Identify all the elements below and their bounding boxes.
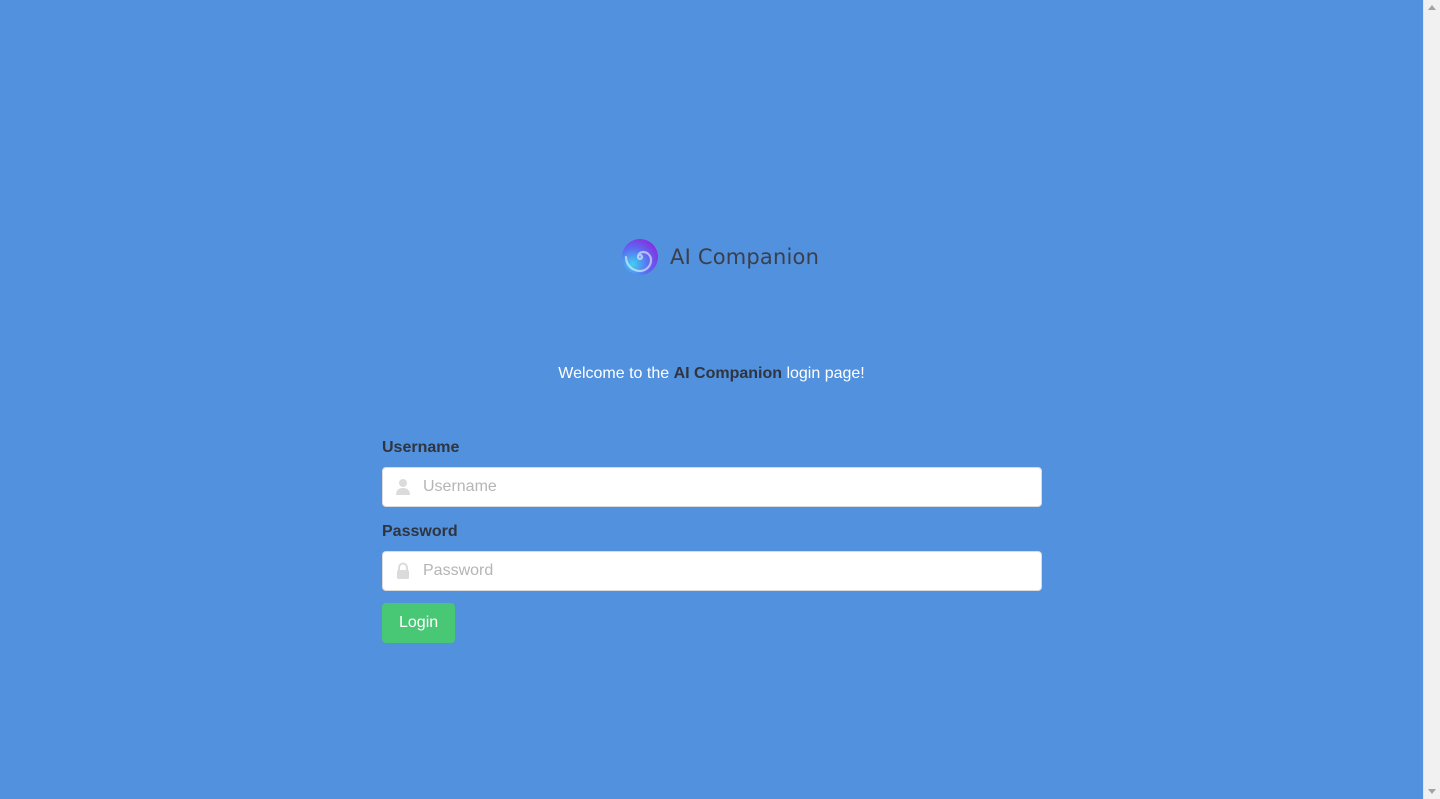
welcome-highlight: AI Companion [673,365,782,382]
username-field[interactable] [382,467,1042,507]
login-button[interactable]: Login [382,603,456,643]
scroll-down-arrow-icon[interactable] [1428,789,1436,794]
scroll-up-arrow-icon[interactable] [1428,5,1436,10]
password-label: Password [382,523,458,540]
vertical-scrollbar[interactable] [1423,0,1440,799]
password-input[interactable] [423,552,1033,590]
welcome-suffix: login page! [782,365,865,382]
lock-icon [397,562,409,579]
login-page: AI Companion Welcome to the AI Companion… [0,0,1423,799]
username-input[interactable] [423,468,1033,506]
welcome-message: Welcome to the AI Companion login page! [0,365,1423,383]
user-icon [396,479,410,495]
spiral-logo-icon [622,239,658,275]
welcome-prefix: Welcome to the [558,365,674,382]
brand-header: AI Companion [620,237,819,277]
login-form: Username Password Login [382,437,1042,643]
password-field[interactable] [382,551,1042,591]
username-label: Username [382,439,460,456]
brand-name: AI Companion [670,245,820,269]
